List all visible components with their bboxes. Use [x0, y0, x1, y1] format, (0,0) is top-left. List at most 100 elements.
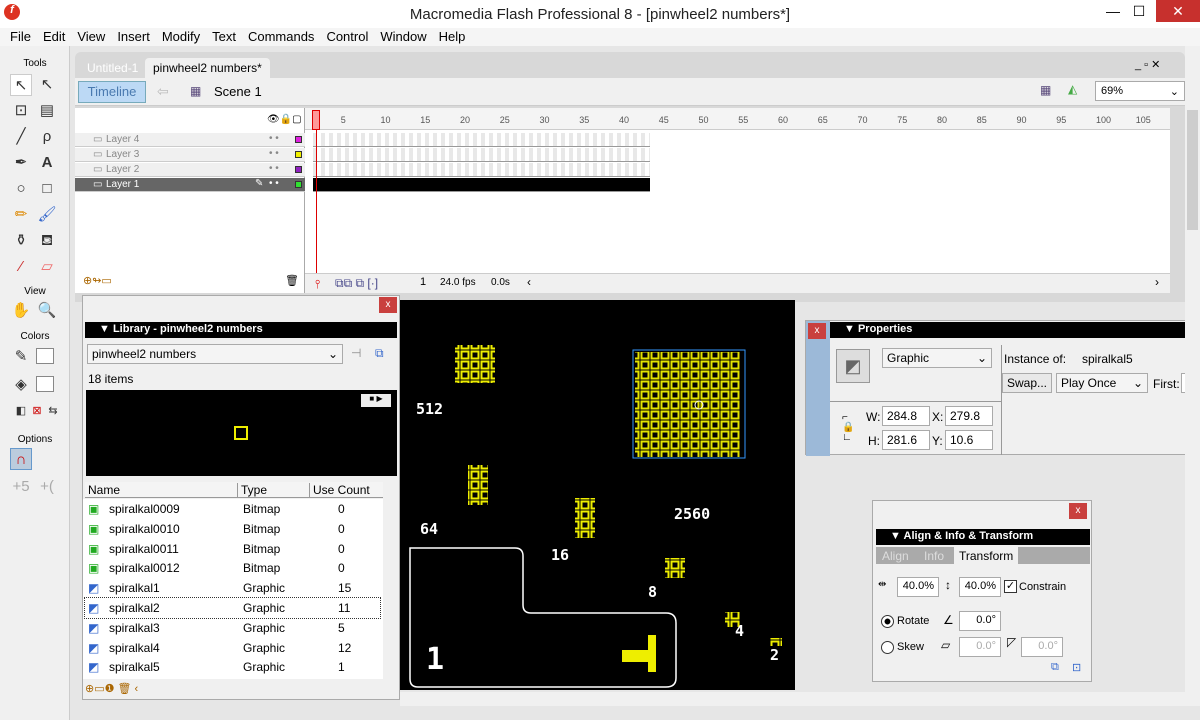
pin-library-icon[interactable]: ⊣: [351, 346, 361, 360]
subselection-tool-icon[interactable]: ↖: [36, 74, 58, 96]
layer-row[interactable]: ▭ Layer 2 • •: [75, 163, 305, 177]
column-type[interactable]: Type: [237, 483, 309, 497]
library-item[interactable]: ◩ spiralkal2 Graphic 11: [84, 597, 381, 619]
lasso-tool-icon[interactable]: ρ: [36, 126, 58, 148]
text-tool-icon[interactable]: A: [36, 152, 58, 174]
rotate-radio[interactable]: [881, 615, 894, 628]
menu-edit[interactable]: Edit: [37, 28, 71, 46]
fill-color-icon[interactable]: ◈: [10, 374, 32, 396]
column-name[interactable]: Name: [88, 483, 120, 497]
paint-bucket-tool-icon[interactable]: ⛾: [36, 230, 58, 252]
library-item[interactable]: ▣ spiralkal0009 Bitmap 0: [85, 499, 380, 519]
oval-tool-icon[interactable]: ○: [10, 178, 32, 200]
menu-window[interactable]: Window: [374, 28, 432, 46]
frame-row[interactable]: [313, 148, 650, 162]
edit-symbols-icon[interactable]: ◭: [1068, 82, 1077, 96]
scale-height-field[interactable]: 40.0%: [959, 577, 1001, 597]
fill-color-swatch[interactable]: [36, 376, 54, 392]
maximize-button[interactable]: ☐: [1122, 0, 1156, 22]
new-library-panel-icon[interactable]: ⧉: [375, 346, 384, 361]
library-item[interactable]: ▣ spiralkal0011 Bitmap 0: [85, 539, 380, 559]
menu-commands[interactable]: Commands: [242, 28, 320, 46]
scroll-right-arrow[interactable]: ›: [1155, 275, 1159, 289]
scale-width-field[interactable]: 40.0%: [897, 577, 939, 597]
x-field[interactable]: 279.8: [945, 406, 993, 426]
gradient-transform-tool-icon[interactable]: ▤: [36, 100, 58, 122]
library-item[interactable]: ▣ spiralkal0010 Bitmap 0: [85, 519, 380, 539]
smooth-icon[interactable]: +5: [10, 476, 32, 498]
tab-align[interactable]: Align: [882, 549, 909, 563]
properties-close-button[interactable]: x: [808, 323, 826, 339]
tab-untitled-1[interactable]: Untitled-1: [79, 58, 146, 78]
timeline-button[interactable]: Timeline: [78, 81, 146, 103]
frame-rate[interactable]: 24.0 fps: [440, 277, 476, 288]
selection-tool-icon[interactable]: ↖: [10, 74, 32, 96]
library-document-select[interactable]: pinwheel2 numbers ⌄: [87, 344, 343, 364]
menu-control[interactable]: Control: [320, 28, 374, 46]
eyedropper-tool-icon[interactable]: ⁄: [10, 256, 32, 278]
symbol-type-select[interactable]: Graphic ⌄: [882, 348, 992, 368]
rotate-field[interactable]: 0.0°: [959, 611, 1001, 631]
menu-view[interactable]: View: [71, 28, 111, 46]
y-field[interactable]: 10.6: [945, 430, 993, 450]
layer-header-icons[interactable]: 👁🔒▢: [267, 114, 302, 125]
library-close-button[interactable]: x: [379, 297, 397, 313]
loop-select[interactable]: Play Once ⌄: [1056, 373, 1148, 393]
library-item[interactable]: ◩ spiralkal4 Graphic 12: [85, 638, 380, 658]
pen-tool-icon[interactable]: ✒: [10, 152, 32, 174]
layer-row[interactable]: ▭ Layer 4 • •: [75, 133, 305, 147]
free-transform-tool-icon[interactable]: ⊡: [10, 100, 32, 122]
hand-tool-icon[interactable]: ✋: [10, 300, 32, 322]
stroke-color-icon[interactable]: ✎: [10, 346, 32, 368]
zoom-select[interactable]: 69% ⌄: [1095, 81, 1185, 101]
pencil-tool-icon[interactable]: ✏: [10, 204, 32, 226]
stage[interactable]: 512 64 16 2560 8 4 2 1: [400, 300, 795, 690]
scroll-left-arrow[interactable]: ‹: [527, 275, 531, 289]
menu-help[interactable]: Help: [433, 28, 472, 46]
library-footer-icons[interactable]: ⊕▭❶ 🗑 ‹: [85, 682, 138, 695]
eraser-tool-icon[interactable]: ▱: [36, 256, 58, 278]
library-item[interactable]: ◩ spiralkal5 Graphic 1: [85, 657, 380, 677]
frame-row[interactable]: [313, 163, 650, 177]
tab-info[interactable]: Info: [924, 549, 944, 563]
skew-radio[interactable]: [881, 641, 894, 654]
snap-magnet-icon[interactable]: ∩: [10, 448, 32, 470]
swap-colors-icon[interactable]: ⇆: [42, 400, 64, 422]
stroke-color-swatch[interactable]: [36, 348, 54, 364]
doc-window-controls[interactable]: _ ▫ ✕: [1135, 58, 1160, 71]
vertical-scrollbar[interactable]: [1185, 46, 1200, 706]
menu-text[interactable]: Text: [206, 28, 242, 46]
back-arrow-icon[interactable]: ⇦: [157, 83, 169, 100]
skew-vertical-field[interactable]: 0.0°: [1021, 637, 1063, 657]
library-vertical-scrollbar[interactable]: [383, 482, 397, 680]
ink-bottle-tool-icon[interactable]: ⚱: [10, 230, 32, 252]
reset-transform-icon[interactable]: ⊡: [1072, 661, 1081, 674]
skew-horizontal-field[interactable]: 0.0°: [959, 637, 1001, 657]
menu-file[interactable]: File: [4, 28, 37, 46]
rectangle-tool-icon[interactable]: □: [36, 178, 58, 200]
horizontal-scrollbar[interactable]: [400, 692, 1185, 706]
panel-gripper[interactable]: [806, 321, 830, 456]
frame-row-selected[interactable]: [313, 178, 650, 192]
library-item[interactable]: ◩ spiralkal3 Graphic 5: [85, 618, 380, 638]
width-field[interactable]: 284.8: [882, 406, 930, 426]
preview-play-stop-buttons[interactable]: ■ ▶: [361, 394, 391, 407]
playhead[interactable]: [312, 110, 320, 130]
transform-close-button[interactable]: x: [1069, 503, 1087, 519]
center-frame-icon[interactable]: ⫯: [315, 277, 320, 292]
column-use-count[interactable]: Use Count: [309, 483, 370, 497]
straighten-icon[interactable]: +(: [36, 476, 58, 498]
zoom-tool-icon[interactable]: 🔍: [36, 300, 58, 322]
add-layer-icons[interactable]: ⊕↬▭: [83, 274, 112, 287]
swap-button[interactable]: Swap...: [1002, 373, 1053, 393]
layer-row-selected[interactable]: ▭ Layer 1 ✎ • •: [75, 178, 305, 192]
tab-pinwheel2-numbers[interactable]: pinwheel2 numbers*: [145, 58, 270, 78]
frame-row[interactable]: [313, 133, 650, 147]
layer-row[interactable]: ▭ Layer 3 • •: [75, 148, 305, 162]
library-item[interactable]: ◩ spiralkal1 Graphic 15: [85, 578, 380, 598]
constrain-lock-icon[interactable]: ⌐ 🔒 ∟: [842, 413, 854, 443]
edit-scene-icon[interactable]: ▦: [1040, 83, 1051, 97]
tab-transform[interactable]: Transform: [954, 547, 1019, 564]
line-tool-icon[interactable]: ╱: [10, 126, 32, 148]
brush-tool-icon[interactable]: 🖌: [36, 204, 58, 226]
